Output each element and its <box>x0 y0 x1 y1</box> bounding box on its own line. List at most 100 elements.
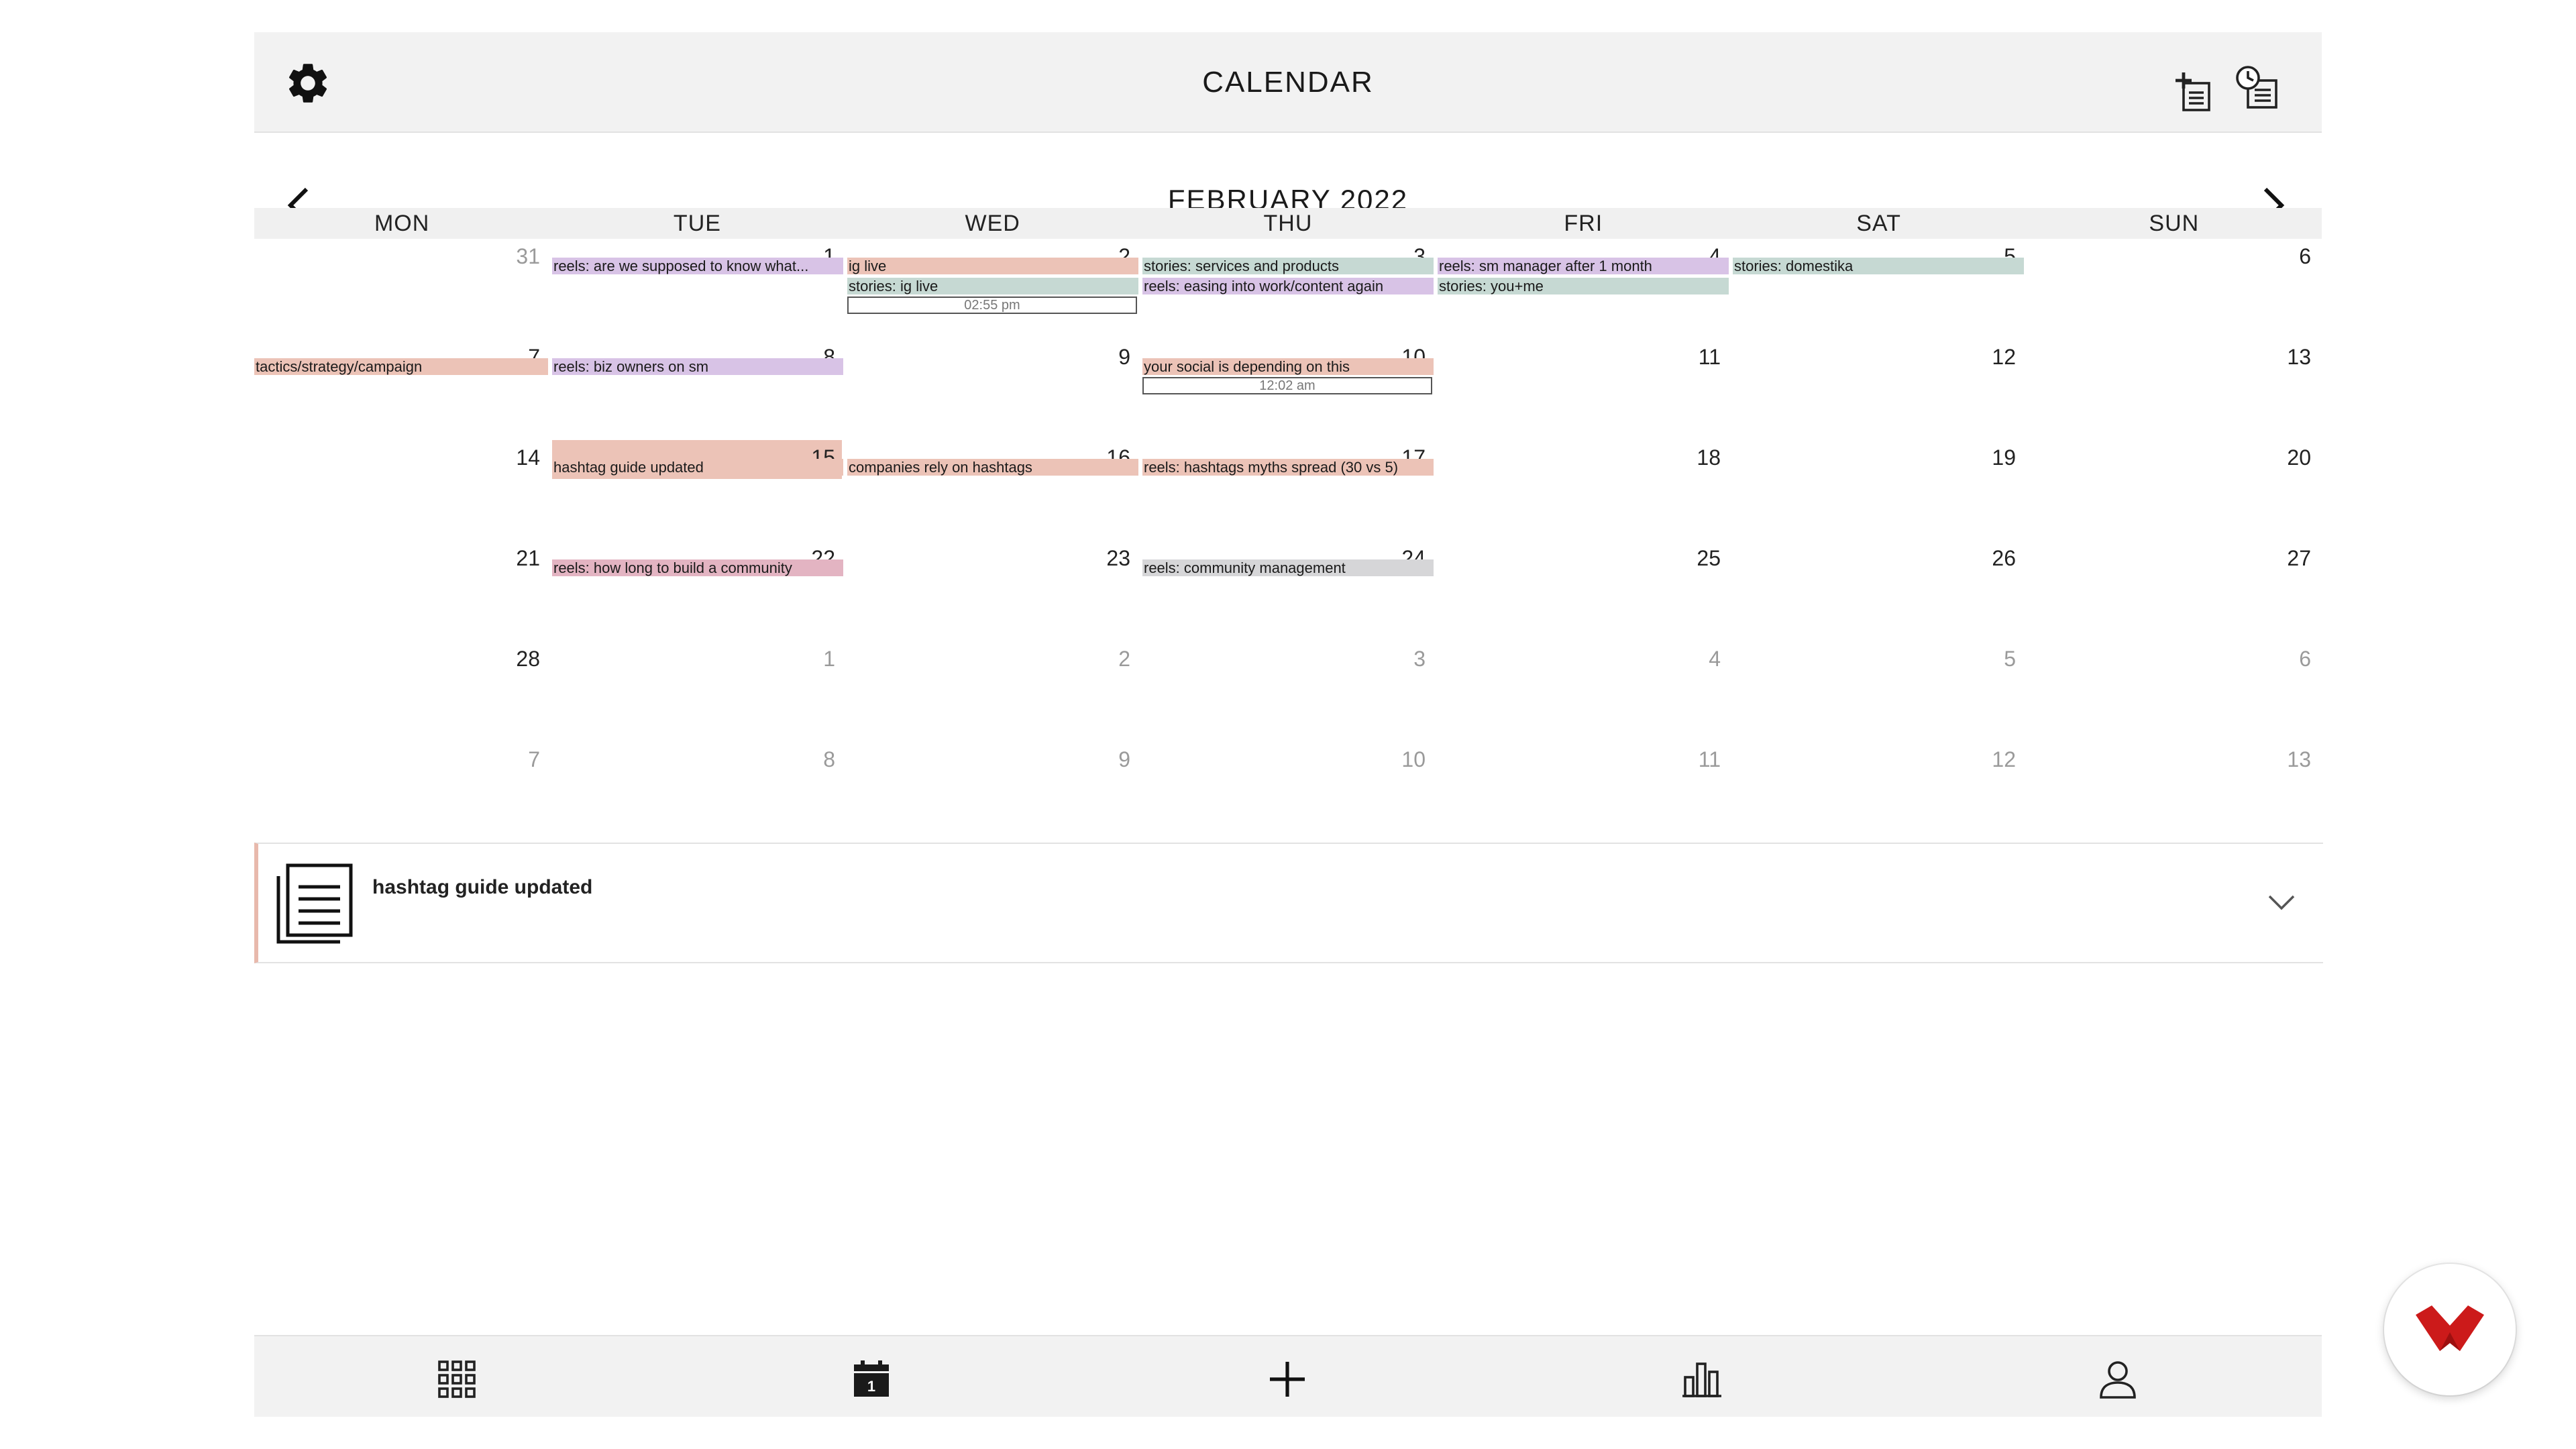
day-number: 13 <box>2287 747 2311 771</box>
day-cell[interactable]: 13 <box>2025 742 2320 843</box>
day-cell[interactable]: 22 <box>549 541 845 641</box>
day-cell[interactable]: 15 <box>549 440 845 541</box>
day-cell[interactable]: 14 <box>254 440 549 541</box>
calendar-event[interactable]: reels: sm manager after 1 month <box>1438 258 1729 274</box>
week-row: 7 8 9 10 11 12 13 <box>254 742 2322 843</box>
calendar-event[interactable]: reels: are we supposed to know what... <box>552 258 843 274</box>
calendar-event[interactable]: reels: hashtags myths spread (30 vs 5) <box>1142 459 1434 476</box>
day-cell[interactable]: 1 <box>549 641 845 742</box>
weekday-label: SAT <box>1856 211 1901 236</box>
app-header: CALENDAR <box>254 32 2322 133</box>
calendar-event[interactable]: stories: you+me <box>1438 278 1729 294</box>
day-number: 27 <box>2287 546 2311 570</box>
day-cell[interactable]: 17 <box>1140 440 1435 541</box>
bottom-navigation: 1 <box>254 1335 2322 1417</box>
day-number: 21 <box>516 546 540 570</box>
day-number: 13 <box>2287 345 2311 369</box>
nav-grid-button[interactable] <box>430 1352 484 1406</box>
event-time-label: 12:02 am <box>1142 377 1432 394</box>
day-cell[interactable]: 7 <box>254 742 549 843</box>
day-cell[interactable]: 10 <box>1140 742 1435 843</box>
app-window: CALENDAR FEBRUARY 2022 MON TUE WED THU F… <box>254 32 2323 1417</box>
nav-calendar-button[interactable]: 1 <box>845 1352 898 1406</box>
calendar-event[interactable]: reels: easing into work/content again <box>1142 278 1434 294</box>
brand-floating-button[interactable] <box>2384 1264 2516 1395</box>
day-cell[interactable]: 27 <box>2025 541 2320 641</box>
day-number: 4 <box>1709 647 1721 671</box>
day-cell[interactable]: 3 <box>1140 641 1435 742</box>
week-row: 7 8 9 10 11 12 13 tactics/strategy/campaign reel… <box>254 339 2322 440</box>
selected-event-panel[interactable]: hashtag guide updated <box>254 843 2323 963</box>
selected-event-title: hashtag guide updated <box>372 876 593 898</box>
day-number: 19 <box>1992 445 2016 470</box>
brand-logo-icon <box>2416 1305 2484 1351</box>
nav-add-button[interactable] <box>1260 1352 1314 1406</box>
week-row: 21 22 23 24 25 26 27 reels: how long to build a… <box>254 541 2322 641</box>
day-cell[interactable]: 9 <box>845 742 1140 843</box>
day-number: 14 <box>516 445 540 470</box>
day-number: 5 <box>2004 647 2016 671</box>
weekday-header: MON TUE WED THU FRI SAT SUN <box>254 208 2322 239</box>
day-cell[interactable]: 8 <box>549 339 845 440</box>
weekday-label: TUE <box>673 211 721 236</box>
day-cell[interactable]: 5 <box>1730 641 2025 742</box>
day-number: 12 <box>1992 345 2016 369</box>
weekday-label: FRI <box>1564 211 1603 236</box>
add-note-icon <box>2176 72 2210 111</box>
day-cell[interactable]: 6 <box>2025 641 2320 742</box>
day-cell[interactable]: 18 <box>1435 440 1730 541</box>
day-number: 11 <box>1698 747 1721 771</box>
day-cell[interactable]: 19 <box>1730 440 2025 541</box>
nav-analytics-button[interactable] <box>1675 1352 1729 1406</box>
day-cell[interactable]: 6 <box>2025 239 2320 339</box>
calendar-event[interactable]: stories: ig live <box>847 278 1138 294</box>
day-cell[interactable]: 13 <box>2025 339 2320 440</box>
day-cell[interactable]: 1 <box>549 239 845 339</box>
weekday-label: SUN <box>2149 211 2200 236</box>
calendar-event[interactable]: stories: services and products <box>1142 258 1434 274</box>
day-cell[interactable]: 11 <box>1435 742 1730 843</box>
scheduled-posts-button[interactable] <box>2231 62 2284 115</box>
day-cell[interactable]: 12 <box>1730 742 2025 843</box>
day-cell[interactable]: 25 <box>1435 541 1730 641</box>
day-number: 31 <box>516 244 540 268</box>
calendar-event[interactable]: reels: how long to build a community <box>552 559 843 576</box>
day-cell[interactable]: 4 <box>1435 641 1730 742</box>
calendar-event[interactable]: companies rely on hashtags <box>847 459 1138 476</box>
day-number: 12 <box>1992 747 2016 771</box>
day-number: 3 <box>1413 647 1426 671</box>
calendar-event[interactable]: reels: biz owners on sm <box>552 358 843 375</box>
calendar-event[interactable]: your social is depending on this <box>1142 358 1434 375</box>
day-cell[interactable]: 28 <box>254 641 549 742</box>
day-cell[interactable]: 12 <box>1730 339 2025 440</box>
day-cell[interactable]: 31 <box>254 239 549 339</box>
event-time-label: 02:55 pm <box>847 297 1137 314</box>
day-cell[interactable]: 11 <box>1435 339 1730 440</box>
day-cell[interactable]: 20 <box>2025 440 2320 541</box>
nav-profile-button[interactable] <box>2091 1352 2145 1406</box>
calendar-event[interactable]: tactics/strategy/campaign <box>254 358 548 375</box>
add-note-button[interactable] <box>2170 66 2224 119</box>
day-number: 28 <box>516 647 540 671</box>
day-cell[interactable]: 21 <box>254 541 549 641</box>
day-number: 9 <box>1118 345 1130 369</box>
document-stack-icon <box>273 860 356 951</box>
day-cell[interactable]: 9 <box>845 339 1140 440</box>
day-cell[interactable]: 5 <box>1730 239 2025 339</box>
calendar-event[interactable]: hashtag guide updated <box>552 459 843 476</box>
day-number: 2 <box>1118 647 1130 671</box>
day-cell[interactable]: 16 <box>845 440 1140 541</box>
day-cell[interactable]: 8 <box>549 742 845 843</box>
calendar-event[interactable]: stories: domestika <box>1733 258 2024 274</box>
day-number: 10 <box>1401 747 1426 771</box>
day-cell[interactable]: 7 <box>254 339 549 440</box>
calendar-event[interactable]: reels: community management <box>1142 559 1434 576</box>
expand-button[interactable] <box>2265 892 2298 916</box>
weekday-label: WED <box>965 211 1020 236</box>
day-cell[interactable]: 24 <box>1140 541 1435 641</box>
day-cell[interactable]: 23 <box>845 541 1140 641</box>
day-cell[interactable]: 2 <box>845 641 1140 742</box>
day-number: 8 <box>823 747 835 771</box>
calendar-event[interactable]: ig live <box>847 258 1138 274</box>
day-cell[interactable]: 26 <box>1730 541 2025 641</box>
